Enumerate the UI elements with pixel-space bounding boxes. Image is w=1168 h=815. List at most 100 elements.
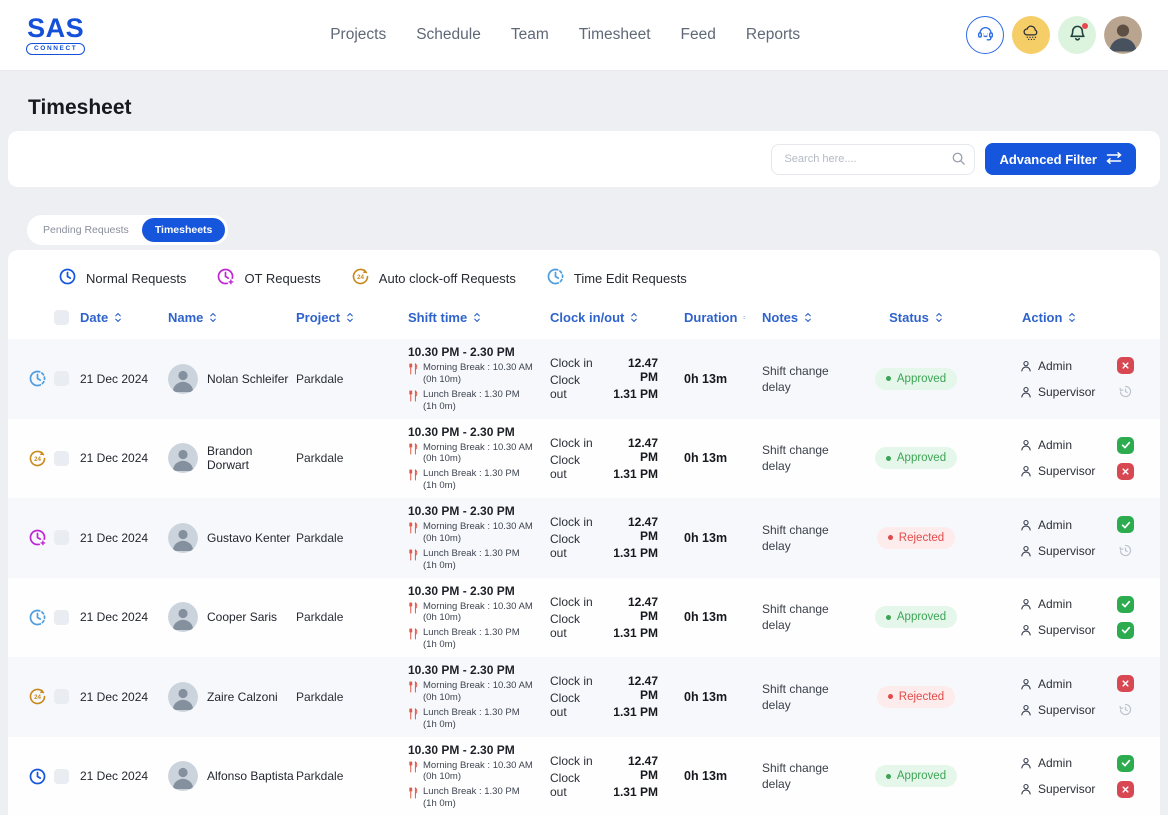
avatar [168,523,198,553]
column-header-status[interactable]: Status [852,310,980,325]
column-header-name[interactable]: Name [168,310,296,325]
column-header-project[interactable]: Project [296,310,408,325]
status-badge: Approved [875,606,957,628]
nav-item-reports[interactable]: Reports [746,26,800,44]
search-input[interactable] [771,144,975,175]
duration-cell: 0h 13m [668,610,746,624]
project-cell: Parkdale [296,690,408,704]
lunch-break: Lunch Break : 1.30 PM (1h 0m) [408,468,550,492]
clock-out-label: Clock out [550,373,597,401]
name-cell: Brandon Dorwart [168,443,296,473]
supervisor-approved-badge[interactable] [1117,622,1134,639]
sort-icon [114,312,122,323]
shift-time-cell: 10.30 PM - 2.30 PM Morning Break : 10.30… [408,345,550,413]
person-icon [1020,624,1032,636]
status-badge: Approved [875,368,957,390]
column-header-action[interactable]: Action [980,310,1140,325]
table-header-row: Date Name Project Shift time Clock in/ou… [8,302,1160,339]
shift-range: 10.30 PM - 2.30 PM [408,504,550,518]
row-checkbox[interactable] [54,530,69,545]
row-checkbox[interactable] [54,371,69,386]
support-button[interactable] [966,16,1004,54]
supervisor-approval-row: Supervisor [1020,542,1140,559]
notifications-button[interactable] [1058,16,1096,54]
nav-item-projects[interactable]: Projects [330,26,386,44]
clock-out-label: Clock out [550,532,597,560]
sort-icon [804,312,812,323]
notes-cell: Shift change delay [746,363,850,395]
legend-normal-requests: Normal Requests [58,267,186,289]
name-cell: Alfonso Baptista [168,761,296,791]
supervisor-pending-badge[interactable] [1117,383,1134,400]
column-header-duration[interactable]: Duration [668,310,746,325]
row-checkbox[interactable] [54,451,69,466]
request-type-legend: Normal Requests OT Requests 24 Auto clo [8,250,1160,302]
action-cell: Admin Supervisor [980,675,1140,718]
column-header-date[interactable]: Date [80,310,168,325]
duration-cell: 0h 13m [668,769,746,783]
clock-out-label: Clock out [550,453,597,481]
time-edit-request-icon [28,608,54,627]
duration-cell: 0h 13m [668,531,746,545]
notes-cell: Shift change delay [746,760,850,792]
row-checkbox[interactable] [54,769,69,784]
avatar [168,443,198,473]
morning-break: Morning Break : 10.30 AM (0h 10m) [408,521,550,545]
select-all-checkbox[interactable] [54,310,69,325]
person-icon [1020,545,1032,557]
admin-approved-badge[interactable] [1117,516,1134,533]
clock-in-label: Clock in [550,674,597,688]
avatar [168,682,198,712]
shift-range: 10.30 PM - 2.30 PM [408,743,550,757]
clock-in-out-cell: Clock in Clock out 12.47 PM 1.31 PM [550,674,668,719]
supervisor-pending-badge[interactable] [1117,701,1134,718]
admin-rejected-badge[interactable] [1117,675,1134,692]
project-cell: Parkdale [296,451,408,465]
person-icon [1020,360,1032,372]
nav-item-feed[interactable]: Feed [681,26,716,44]
clock-in-value: 12.47 PM [609,674,658,702]
tab-timesheets[interactable]: Timesheets [142,218,226,242]
nav-item-team[interactable]: Team [511,26,549,44]
name-cell: Cooper Saris [168,602,296,632]
meal-break-icon [408,761,418,773]
svg-text:24: 24 [34,694,41,701]
brand-logo[interactable]: SAS CONNECT [26,15,85,55]
advanced-filter-button[interactable]: Advanced Filter [985,143,1136,175]
column-header-clock-in-out[interactable]: Clock in/out [550,310,668,325]
nav-item-schedule[interactable]: Schedule [416,26,481,44]
clock-in-value: 12.47 PM [609,436,658,464]
admin-approval-row: Admin [1020,755,1140,772]
status-badge: Rejected [877,686,955,708]
shift-time-cell: 10.30 PM - 2.30 PM Morning Break : 10.30… [408,504,550,572]
meal-break-icon [408,787,418,799]
clock-in-label: Clock in [550,515,597,529]
tab-pending-requests[interactable]: Pending Requests [30,218,142,242]
supervisor-rejected-badge[interactable] [1117,463,1134,480]
view-tabs: Pending Requests Timesheets [27,215,228,245]
supervisor-pending-badge[interactable] [1117,542,1134,559]
person-icon [1020,757,1032,769]
row-checkbox[interactable] [54,689,69,704]
meal-break-icon [408,469,418,481]
weather-button[interactable] [1012,16,1050,54]
supervisor-rejected-badge[interactable] [1117,781,1134,798]
table-row: 21 Dec 2024 Gustavo Kenter Parkdale 10.3… [8,498,1160,578]
person-icon [1020,678,1032,690]
timesheet-table-card: Normal Requests OT Requests 24 Auto clo [8,250,1160,815]
column-header-notes[interactable]: Notes [746,310,852,325]
sort-icon [630,312,638,323]
column-header-shift-time[interactable]: Shift time [408,310,550,325]
row-checkbox[interactable] [54,610,69,625]
profile-avatar[interactable] [1104,16,1142,54]
action-cell: Admin Supervisor [980,357,1140,400]
meal-break-icon [408,390,418,402]
table-row: 21 Dec 2024 Cooper Saris Parkdale 10.30 … [8,578,1160,658]
admin-approved-badge[interactable] [1117,755,1134,772]
clock-in-out-cell: Clock in Clock out 12.47 PM 1.31 PM [550,515,668,560]
admin-rejected-badge[interactable] [1117,357,1134,374]
nav-item-timesheet[interactable]: Timesheet [579,26,651,44]
admin-approved-badge[interactable] [1117,437,1134,454]
admin-approved-badge[interactable] [1117,596,1134,613]
name-cell: Nolan Schleifer [168,364,296,394]
